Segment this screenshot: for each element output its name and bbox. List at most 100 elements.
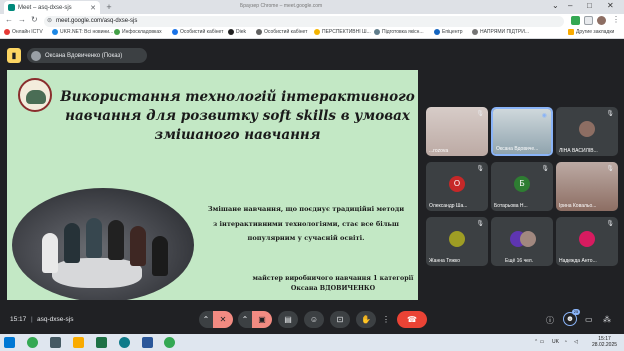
participant-tile[interactable]: ◉ Оксана Вдовиче... bbox=[491, 107, 553, 156]
camera-off-button[interactable]: ▣ bbox=[252, 311, 272, 328]
emoji-button[interactable]: ☺ bbox=[304, 311, 324, 328]
tab-search-icon[interactable]: ⌄ bbox=[552, 1, 559, 10]
mic-off-icon: 🎙 bbox=[476, 221, 484, 227]
bookmark-item[interactable]: Особистий кабінет bbox=[172, 29, 223, 35]
slide-author: майстер виробничого навчання 1 категорії… bbox=[248, 274, 418, 294]
presenter-label: Оксана Вдовиченко (Показ) bbox=[27, 48, 147, 63]
excel-icon[interactable] bbox=[96, 337, 107, 348]
presenter-name: Оксана Вдовиченко (Показ) bbox=[45, 52, 123, 59]
participant-tile[interactable]: 🎙 Ірина Ковальо... bbox=[556, 162, 618, 211]
close-tab-icon[interactable]: ✕ bbox=[90, 4, 96, 12]
presentation-icon[interactable]: ▮ bbox=[7, 48, 21, 63]
meeting-code: asq-dxse-sjs bbox=[37, 316, 74, 323]
bookmark-item[interactable]: Епіцентр bbox=[434, 29, 463, 35]
chrome-icon[interactable] bbox=[27, 337, 38, 348]
mic-off-button[interactable]: ✕ bbox=[213, 311, 233, 328]
bookmark-item[interactable]: Инфоскладовках bbox=[114, 29, 162, 35]
participant-count-badge: 25 bbox=[572, 309, 580, 315]
chrome-icon[interactable] bbox=[164, 337, 175, 348]
chat-icon[interactable]: ▭ bbox=[585, 315, 593, 324]
windows-taskbar: ⌃ ▭ UK ◔ ◁ 15:17 28.02.2025 bbox=[0, 334, 624, 351]
bookmark-icon bbox=[434, 29, 440, 35]
mic-off-icon: 🎙 bbox=[606, 166, 614, 172]
more-options-button[interactable]: ⋮ bbox=[381, 311, 391, 328]
edge-icon[interactable] bbox=[119, 337, 130, 348]
participant-tile[interactable]: 🎙 О Олександр Ша... bbox=[426, 162, 488, 211]
elephant-icon bbox=[26, 90, 46, 104]
browser-tab[interactable]: Meet – asq-dxse-sjs ✕ bbox=[4, 1, 100, 14]
bookmark-icon bbox=[374, 29, 380, 35]
taskbar-clock[interactable]: 15:17 28.02.2025 bbox=[592, 336, 617, 348]
participant-tile[interactable]: 🎙 ЛІНА ВАСИЛІВ... bbox=[556, 107, 618, 156]
window-title: Браузер Chrome – meet.google.com bbox=[240, 3, 323, 9]
video-options-button[interactable]: ⌃ bbox=[238, 311, 252, 328]
participant-tile[interactable]: 🎙 Б Ботарьова Н... bbox=[491, 162, 553, 211]
participant-tile[interactable]: 🎙 ...rozova bbox=[426, 107, 488, 156]
folder-icon bbox=[568, 29, 574, 35]
word-icon[interactable] bbox=[142, 337, 153, 348]
other-bookmarks[interactable]: Другие закладки bbox=[568, 29, 614, 35]
shared-slide: Використання технологій інтерактивного н… bbox=[7, 70, 418, 302]
speaking-icon: ◉ bbox=[541, 113, 547, 119]
menu-icon[interactable]: ⋮ bbox=[612, 15, 620, 24]
present-screen-button[interactable]: ⊡ bbox=[330, 311, 350, 328]
avatar: Б bbox=[514, 176, 530, 192]
forward-icon[interactable]: → bbox=[18, 15, 26, 24]
audio-options-button[interactable]: ⌃ bbox=[199, 311, 213, 328]
start-icon[interactable] bbox=[4, 337, 15, 348]
minimize-icon[interactable]: – bbox=[568, 1, 572, 10]
bookmark-icon bbox=[4, 29, 10, 35]
bookmark-icon bbox=[172, 29, 178, 35]
bookmark-icon bbox=[228, 29, 234, 35]
activities-icon[interactable]: ⁂ bbox=[603, 315, 611, 324]
avatar bbox=[449, 231, 465, 247]
volume-icon[interactable]: ◁ bbox=[574, 339, 578, 345]
network-icon[interactable]: ◔ bbox=[564, 339, 567, 345]
avatar: О bbox=[449, 176, 465, 192]
leave-call-button[interactable]: ☎ bbox=[397, 311, 427, 328]
profile-avatar[interactable] bbox=[597, 16, 606, 25]
school-logo bbox=[18, 78, 52, 112]
bookmark-item[interactable]: ПЕРСПЕКТИВНІ Ш... bbox=[314, 29, 371, 35]
mic-off-icon: 🎙 bbox=[476, 166, 484, 172]
browser-toolbar: ← → ↻ ⊜ meet.google.com/asq-dxse-sjs ⋮ bbox=[0, 14, 624, 28]
tab-strip: Meet – asq-dxse-sjs ✕ + Браузер Chrome –… bbox=[0, 0, 624, 14]
address-bar[interactable]: ⊜ meet.google.com/asq-dxse-sjs bbox=[44, 16, 564, 27]
new-tab-button[interactable]: + bbox=[104, 2, 114, 12]
language-indicator[interactable]: UK bbox=[552, 339, 559, 345]
maximize-icon[interactable]: □ bbox=[587, 1, 592, 10]
reload-icon[interactable]: ↻ bbox=[31, 15, 38, 24]
more-participants-tile[interactable]: Ещё 16 чел. bbox=[491, 217, 553, 266]
site-info-icon[interactable]: ⊜ bbox=[47, 16, 52, 27]
author-role: майстер виробничого навчання 1 категорії bbox=[252, 275, 414, 282]
bookmark-icon bbox=[314, 29, 320, 35]
back-icon[interactable]: ← bbox=[5, 15, 13, 24]
bookmark-item[interactable]: UKR.NET: Всі новини... bbox=[52, 29, 113, 35]
bookmark-icon bbox=[472, 29, 478, 35]
bookmarks-bar: Онлайн ICTV UKR.NET: Всі новини... Инфос… bbox=[0, 28, 624, 39]
bookmark-item[interactable]: Підготовка якісн... bbox=[374, 29, 424, 35]
meet-stage: ▮ Оксана Вдовиченко (Показ) Використання… bbox=[0, 40, 624, 334]
bookmark-icon bbox=[52, 29, 58, 35]
tray-icons[interactable]: ⌃ ▭ bbox=[534, 339, 544, 345]
bookmark-item[interactable]: Diek bbox=[228, 29, 246, 35]
raise-hand-button[interactable]: ✋ bbox=[356, 311, 376, 328]
bookmark-item[interactable]: Особистий кабінет bbox=[256, 29, 307, 35]
participant-tile[interactable]: 🎙 Надежда Анто... bbox=[556, 217, 618, 266]
app-icon[interactable] bbox=[50, 337, 61, 348]
close-window-icon[interactable]: ✕ bbox=[607, 1, 614, 10]
extensions-icon[interactable] bbox=[584, 16, 593, 25]
classroom-photo bbox=[12, 188, 194, 302]
bookmark-icon bbox=[256, 29, 262, 35]
info-icon[interactable]: ⓘ bbox=[546, 315, 554, 326]
extension-icon[interactable] bbox=[571, 16, 580, 25]
bookmark-item[interactable]: Онлайн ICTV bbox=[4, 29, 43, 35]
bookmark-item[interactable]: НАПРЯМИ ПІДТРИ... bbox=[472, 29, 529, 35]
participant-tile[interactable]: 🎙 Жанна Тяжко bbox=[426, 217, 488, 266]
meet-controls-bar: 15:17 | asq-dxse-sjs ⌃ ✕ ⌃ ▣ ▤ ☺ ⊡ ✋ ⋮ ☎… bbox=[0, 300, 624, 334]
file-explorer-icon[interactable] bbox=[73, 337, 84, 348]
captions-button[interactable]: ▤ bbox=[278, 311, 298, 328]
bookmark-icon bbox=[114, 29, 120, 35]
mic-off-icon: 🎙 bbox=[541, 166, 549, 172]
avatar bbox=[579, 121, 595, 137]
